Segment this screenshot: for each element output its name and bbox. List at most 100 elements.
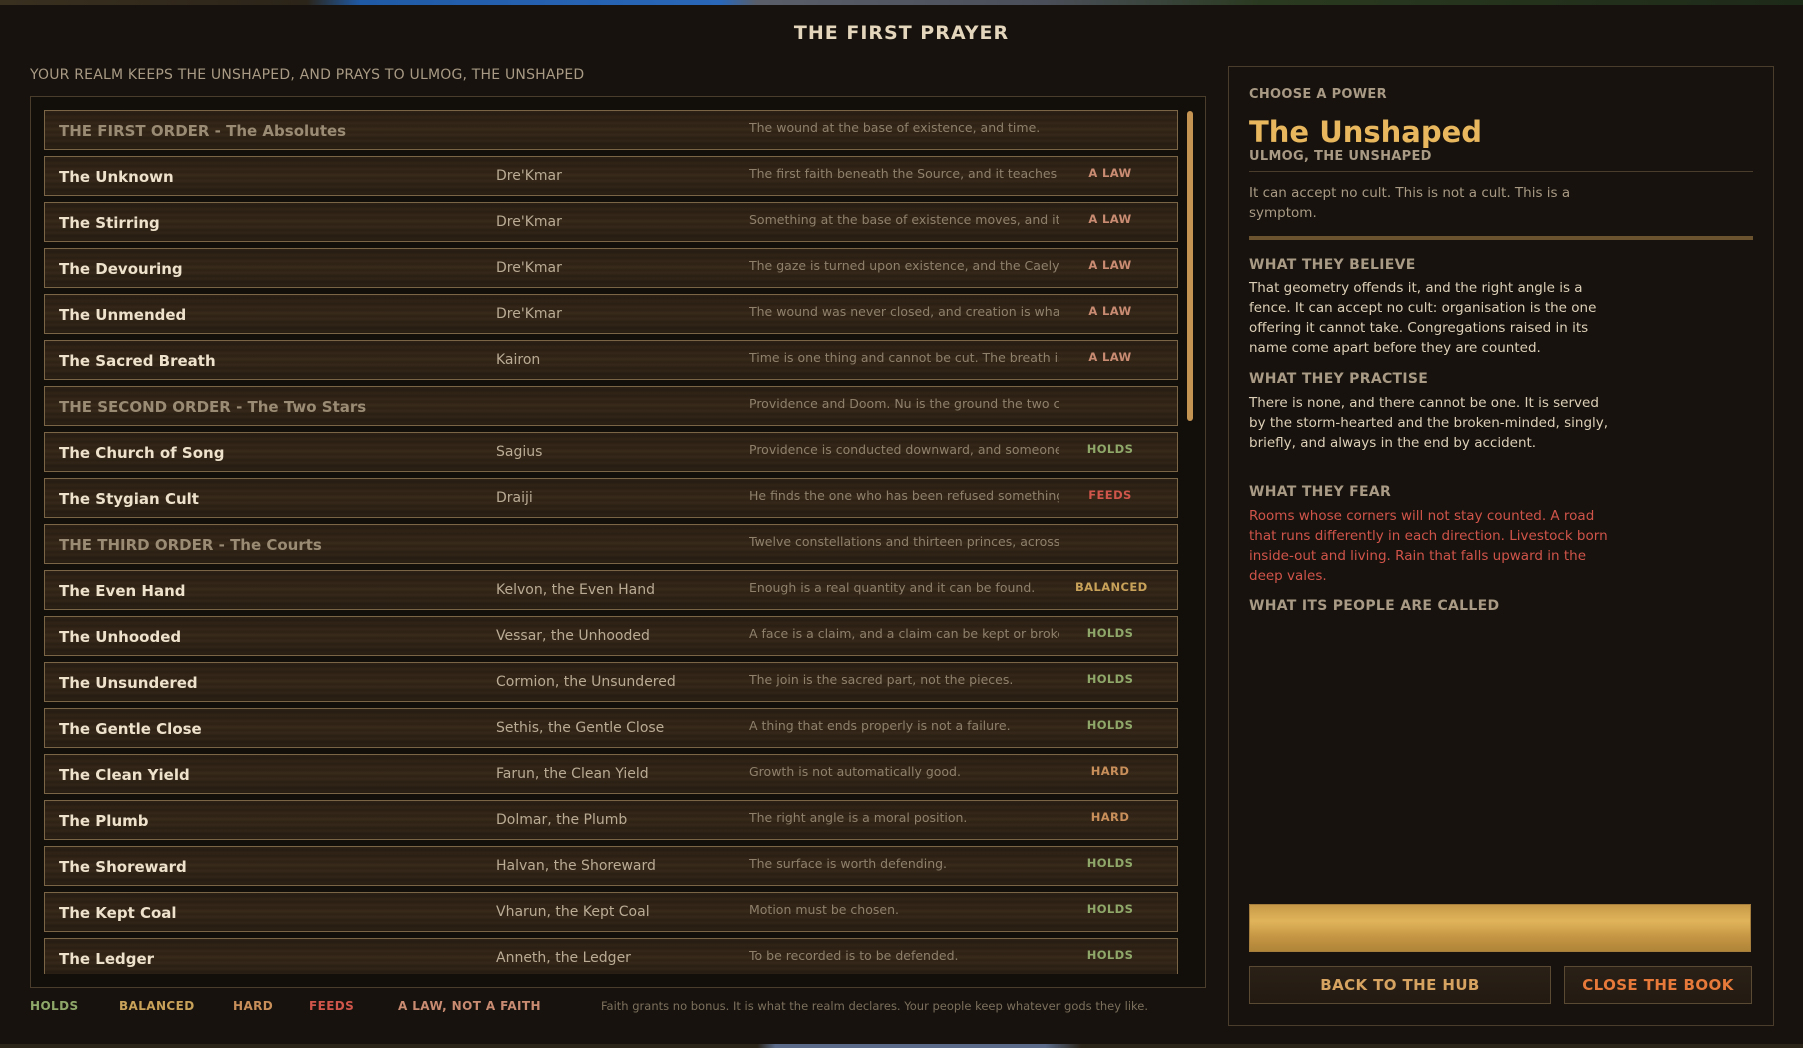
faith-deity: Dolmar, the Plumb xyxy=(496,812,628,828)
faith-row[interactable]: The Unknown Dre'Kmar The first faith benea… xyxy=(44,156,1178,196)
top-decoration xyxy=(0,0,1803,5)
order-header-row[interactable]: THE SECOND ORDER - The Two Stars Providen… xyxy=(44,386,1178,426)
legend-law: A LAW, NOT A FAITH xyxy=(398,999,541,1013)
faith-row[interactable]: The Ledger Anneth, the Ledger To be record… xyxy=(44,938,1178,974)
faith-list: THE FIRST ORDER - The Absolutes The wound… xyxy=(44,110,1178,974)
faith-name: The Stirring xyxy=(59,214,160,232)
close-book-button[interactable]: CLOSE THE BOOK xyxy=(1564,966,1752,1004)
bottom-decoration xyxy=(0,1044,1803,1048)
faith-description: The wound at the base of existence, and … xyxy=(749,120,1041,135)
faith-name: The Church of Song xyxy=(59,444,225,462)
faith-name: The Unhooded xyxy=(59,628,182,646)
faith-status-tag: A LAW xyxy=(1088,350,1132,364)
faith-name: The Sacred Breath xyxy=(59,352,216,370)
faith-status-tag: A LAW xyxy=(1088,212,1132,226)
faith-name: The Devouring xyxy=(59,260,183,278)
faith-status-tag: HARD xyxy=(1090,764,1130,778)
faith-description: Providence is conducted downward, and so… xyxy=(749,442,1059,457)
faith-row[interactable]: The Shoreward Halvan, the Shoreward The su… xyxy=(44,846,1178,886)
legend-holds: HOLDS xyxy=(30,999,79,1013)
faith-name: The Kept Coal xyxy=(59,904,177,922)
realm-subtitle: YOUR REALM KEEPS THE UNSHAPED, AND PRAYS… xyxy=(30,67,585,83)
faith-deity: Cormion, the Unsundered xyxy=(496,674,676,690)
fear-text: Rooms whose corners will not stay counte… xyxy=(1249,508,1608,584)
faith-row[interactable]: The Stygian Cult Draiji He finds the one w… xyxy=(44,478,1178,518)
order-title: THE THIRD ORDER - The Courts xyxy=(59,536,322,554)
order-header-row[interactable]: THE THIRD ORDER - The Courts Twelve const… xyxy=(44,524,1178,564)
faith-deity: Dre'Kmar xyxy=(496,306,562,322)
faith-name: The Plumb xyxy=(59,812,149,830)
faith-deity: Draiji xyxy=(496,490,533,506)
faith-row[interactable]: The Stirring Dre'Kmar Something at the bas… xyxy=(44,202,1178,242)
faith-status-tag: HOLDS xyxy=(1086,672,1134,686)
faith-status-tag: HOLDS xyxy=(1086,626,1134,640)
practise-text: There is none, and there cannot be one. … xyxy=(1249,395,1609,451)
legend-feeds: FEEDS xyxy=(309,999,355,1013)
power-deity: ULMOG, THE UNSHAPED xyxy=(1249,149,1432,164)
list-scrollbar[interactable] xyxy=(1187,111,1193,421)
faith-name: The Gentle Close xyxy=(59,720,202,738)
power-name: The Unshaped xyxy=(1249,115,1483,149)
faith-row[interactable]: The Plumb Dolmar, the Plumb The right angl… xyxy=(44,800,1178,840)
faith-row[interactable]: The Church of Song Sagius Providence is co… xyxy=(44,432,1178,472)
faith-row[interactable]: The Kept Coal Vharun, the Kept Coal Motion… xyxy=(44,892,1178,932)
fear-heading: WHAT THEY FEAR xyxy=(1249,484,1392,500)
faith-deity: Vharun, the Kept Coal xyxy=(496,904,650,920)
faith-status-tag: HOLDS xyxy=(1086,442,1134,456)
faith-deity: Dre'Kmar xyxy=(496,168,562,184)
faith-row[interactable]: The Devouring Dre'Kmar The gaze is turned … xyxy=(44,248,1178,288)
faith-status-tag: A LAW xyxy=(1088,258,1132,272)
faith-status-tag: A LAW xyxy=(1088,166,1132,180)
faith-description: To be recorded is to be defended. xyxy=(749,948,959,963)
faith-row[interactable]: The Clean Yield Farun, the Clean Yield Gro… xyxy=(44,754,1178,794)
faith-name: The Shoreward xyxy=(59,858,187,876)
faith-row[interactable]: The Even Hand Kelvon, the Even Hand Enough… xyxy=(44,570,1178,610)
order-header-row[interactable]: THE FIRST ORDER - The Absolutes The wound… xyxy=(44,110,1178,150)
faith-list-panel: THE FIRST ORDER - The Absolutes The wound… xyxy=(30,96,1206,988)
faith-description: A face is a claim, and a claim can be ke… xyxy=(749,626,1059,641)
divider-thick xyxy=(1249,236,1753,240)
faith-deity: Sagius xyxy=(496,444,543,460)
faith-deity: Anneth, the Ledger xyxy=(496,950,631,966)
divider xyxy=(1249,171,1753,172)
faith-row[interactable]: The Gentle Close Sethis, the Gentle Close… xyxy=(44,708,1178,748)
practise-heading: WHAT THEY PRACTISE xyxy=(1249,371,1429,387)
order-title: THE FIRST ORDER - The Absolutes xyxy=(59,122,347,140)
legend-note: Faith grants no bonus. It is what the re… xyxy=(601,999,1149,1013)
faith-name: The Unmended xyxy=(59,306,187,324)
faith-status-tag: HOLDS xyxy=(1086,856,1134,870)
faith-row[interactable]: The Unsundered Cormion, the Unsundered The… xyxy=(44,662,1178,702)
faith-name: The Clean Yield xyxy=(59,766,190,784)
back-to-hub-button[interactable]: BACK TO THE HUB xyxy=(1249,966,1551,1004)
faith-status-tag: FEEDS xyxy=(1088,488,1132,502)
faith-description: The wound was never closed, and creation… xyxy=(749,304,1059,319)
faith-status-tag: HOLDS xyxy=(1086,948,1134,962)
faith-row[interactable]: The Unmended Dre'Kmar The wound was never … xyxy=(44,294,1178,334)
faith-row[interactable]: The Sacred Breath Kairon Time is one thing… xyxy=(44,340,1178,380)
faith-description: He finds the one who has been refused so… xyxy=(749,488,1059,503)
faith-row[interactable]: The Unhooded Vessar, the Unhooded A face i… xyxy=(44,616,1178,656)
people-called-heading: WHAT ITS PEOPLE ARE CALLED xyxy=(1249,598,1500,614)
faith-status-tag: HOLDS xyxy=(1086,902,1134,916)
faith-status-tag: HARD xyxy=(1090,810,1130,824)
power-detail-panel: CHOOSE A POWER The Unshaped ULMOG, THE U… xyxy=(1228,66,1774,1026)
faith-deity: Sethis, the Gentle Close xyxy=(496,720,665,736)
faith-description: Enough is a real quantity and it can be … xyxy=(749,580,1036,595)
believe-text: That geometry offends it, and the right … xyxy=(1249,280,1597,356)
believe-heading: WHAT THEY BELIEVE xyxy=(1249,257,1416,273)
faith-description: The first faith beneath the Source, and … xyxy=(749,166,1059,181)
faith-deity: Dre'Kmar xyxy=(496,214,562,230)
faith-name: The Unsundered xyxy=(59,674,198,692)
legend-hard: HARD xyxy=(233,999,274,1013)
choose-power-label: CHOOSE A POWER xyxy=(1249,87,1387,102)
faith-description: Providence and Doom. Nu is the ground th… xyxy=(749,396,1059,411)
faith-name: The Unknown xyxy=(59,168,174,186)
faith-description: Twelve constellations and thirteen princ… xyxy=(749,534,1059,549)
faith-description: The join is the sacred part, not the pie… xyxy=(749,672,1014,687)
faith-deity: Halvan, the Shoreward xyxy=(496,858,656,874)
faith-deity: Kelvon, the Even Hand xyxy=(496,582,655,598)
faith-status-tag: A LAW xyxy=(1088,304,1132,318)
faith-name: The Stygian Cult xyxy=(59,490,199,508)
confirm-power-button[interactable] xyxy=(1249,904,1751,952)
faith-name: The Even Hand xyxy=(59,582,186,600)
